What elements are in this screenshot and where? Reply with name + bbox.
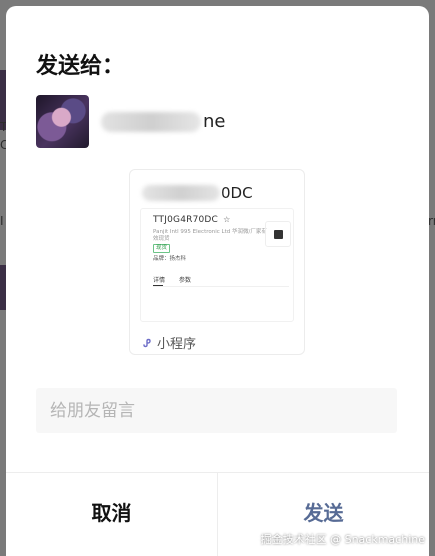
- background-text: I: [0, 214, 4, 228]
- message-input[interactable]: [48, 399, 382, 422]
- preview-brand-line: 品牌：扬杰科: [153, 256, 187, 262]
- contact-name-suffix: ne: [203, 111, 226, 132]
- preview-tabs: 详情 参数: [153, 275, 288, 284]
- preview-badge: 现货: [153, 244, 171, 253]
- mini-program-card: 0DC TTJ0G4R70DC ☆ Panjit Intl 995 Electr…: [129, 169, 305, 355]
- share-dialog: 发送给： ne 0DC TTJ0G4R70DC ☆ Panjit Intl 99…: [6, 6, 429, 556]
- contact-name: ne: [101, 111, 225, 132]
- preview-product-name: TTJ0G4R70DC ☆: [153, 215, 230, 225]
- card-title: 0DC: [142, 184, 253, 202]
- chip-icon: [265, 221, 291, 247]
- blurred-name: [101, 111, 201, 132]
- preview-description: Panjit Intl 995 Electronic Ltd 华润微/厂家有效现…: [153, 229, 267, 242]
- mini-program-icon: [143, 338, 151, 347]
- background-text: rr: [428, 214, 435, 228]
- mini-program-label-row: 小程序: [142, 333, 196, 352]
- star-icon: ☆: [223, 215, 231, 224]
- cancel-button[interactable]: 取消: [6, 473, 218, 556]
- preview-product-text: TTJ0G4R70DC: [153, 215, 219, 225]
- dialog-title: 发送给：: [36, 54, 125, 79]
- mini-program-label: 小程序: [157, 337, 197, 352]
- preview-tab: 参数: [179, 277, 192, 284]
- blurred-title: [142, 185, 220, 201]
- avatar: [36, 95, 89, 148]
- card-title-suffix: 0DC: [221, 184, 253, 202]
- message-field-wrapper: [36, 388, 397, 433]
- card-preview-image: TTJ0G4R70DC ☆ Panjit Intl 995 Electronic…: [140, 208, 294, 322]
- preview-tab: 详情: [153, 277, 166, 284]
- watermark: 掘金技术社区 @ Snackmachine: [260, 533, 425, 546]
- recipient-contact[interactable]: ne: [36, 95, 225, 148]
- divider: [153, 286, 289, 287]
